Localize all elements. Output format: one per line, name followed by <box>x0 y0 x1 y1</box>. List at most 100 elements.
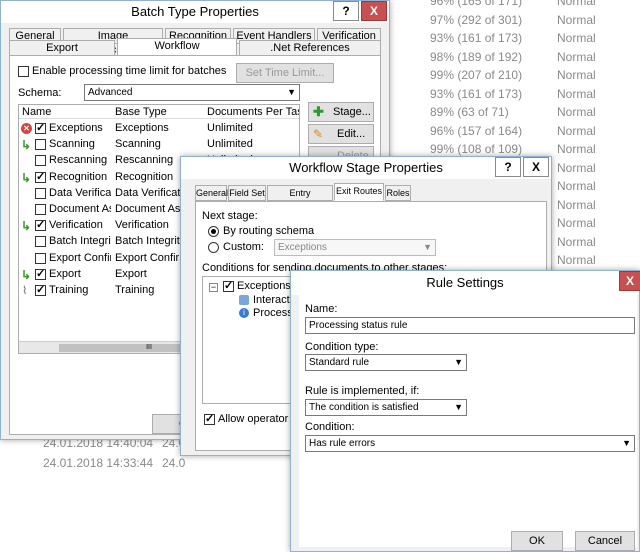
name-field[interactable]: Processing status rule <box>305 317 635 334</box>
routing-schema-label: By routing schema <box>223 225 315 237</box>
stage-base-type: Exceptions <box>115 122 169 134</box>
stage-name: Training <box>49 284 89 296</box>
custom-stage-select[interactable]: Exceptions ▼ <box>274 239 436 256</box>
table-row[interactable]: ✕ Exceptions Exceptions Unlimited <box>19 120 299 136</box>
row-status: Normal <box>557 105 596 119</box>
help-button[interactable]: ? <box>333 1 359 21</box>
stage-checkbox[interactable] <box>35 218 46 232</box>
stage-checkbox[interactable] <box>35 204 46 215</box>
tree-root-checkbox[interactable] <box>223 279 234 292</box>
row-status: Normal <box>557 0 596 8</box>
time-limit-label: Enable processing time limit for batches <box>32 65 227 77</box>
column-header-docs[interactable]: Documents Per Task <box>207 106 299 118</box>
green-arrow-icon: ↳ <box>21 219 32 234</box>
stage-name: Export Confirm... <box>49 251 111 264</box>
chevron-down-icon: ▼ <box>454 357 463 367</box>
tab-exit-routes[interactable]: Exit Routes <box>334 183 384 201</box>
custom-label: Custom: <box>223 241 264 253</box>
row-status: Normal <box>557 179 596 193</box>
stage-base-type: Scanning <box>115 138 161 151</box>
chevron-down-icon: ▼ <box>622 438 631 448</box>
window-title: Batch Type Properties <box>1 1 389 23</box>
close-button[interactable]: X <box>619 271 640 291</box>
paperclip-icon: ⌇ <box>22 285 28 297</box>
close-button[interactable]: X <box>361 1 387 21</box>
stage-name: Document Ass... <box>49 203 111 215</box>
row-percentage: 97% (292 of 301) <box>430 12 523 27</box>
column-header-base-type[interactable]: Base Type <box>115 106 167 118</box>
edit-stage-button[interactable]: ✎ Edit... <box>308 124 374 144</box>
stage-checkbox[interactable] <box>35 170 46 183</box>
chevron-down-icon: ▼ <box>454 402 463 412</box>
stage-checkbox[interactable] <box>35 236 46 248</box>
list-item: 89% (63 of 71) Normal <box>395 105 640 123</box>
tab-field-set[interactable]: Field Set <box>228 185 266 201</box>
condition-type-label: Condition type: <box>305 341 379 353</box>
name-label: Name: <box>305 303 338 315</box>
stage-checkbox[interactable] <box>35 252 46 264</box>
custom-radio[interactable] <box>208 242 219 253</box>
list-item: 97% (292 of 301) Normal <box>395 13 640 31</box>
interactive-icon <box>239 295 249 305</box>
stage-checkbox[interactable] <box>35 267 46 280</box>
stage-name: Exceptions <box>49 122 103 134</box>
allow-operator-checkbox[interactable] <box>204 412 215 425</box>
chevron-down-icon: ▼ <box>287 87 296 97</box>
row-status: Normal <box>557 253 596 267</box>
stage-checkbox[interactable] <box>35 155 46 167</box>
schema-select[interactable]: Advanced ▼ <box>84 84 300 101</box>
row-status: Normal <box>557 12 596 27</box>
row-status: Normal <box>557 216 596 230</box>
column-header-name[interactable]: Name <box>22 106 51 118</box>
next-stage-label: Next stage: <box>202 210 258 222</box>
tab--net-references[interactable]: .Net References <box>239 40 381 56</box>
row-percentage: 98% (189 of 192) <box>430 49 523 64</box>
tab-general[interactable]: General <box>195 185 228 201</box>
set-time-limit-button[interactable]: Set Time Limit... <box>236 63 334 83</box>
window-title: Rule Settings <box>291 271 639 295</box>
stage-checkbox[interactable] <box>35 283 46 296</box>
tab-workflow[interactable]: Workflow <box>117 38 237 56</box>
list-item: 93% (161 of 173) Normal <box>395 87 640 105</box>
row-date-short: 24.0 <box>162 456 186 470</box>
tab-roles[interactable]: Roles <box>385 185 411 201</box>
tab-export[interactable]: Export <box>9 40 115 56</box>
row-percentage: 93% (161 of 173) <box>430 86 523 101</box>
cancel-button[interactable]: Cancel <box>575 531 635 551</box>
row-percentage: 93% (161 of 173) <box>430 31 523 45</box>
tree-expand-icon[interactable]: − <box>209 283 218 292</box>
ok-button[interactable]: OK <box>511 531 563 551</box>
row-status: Normal <box>557 86 596 101</box>
stage-name: Export <box>49 267 81 280</box>
close-button[interactable]: X <box>523 157 549 177</box>
list-item: 99% (207 of 210) Normal <box>395 68 640 86</box>
condition-type-select[interactable]: Standard rule ▼ <box>305 354 467 371</box>
green-arrow-icon: ↳ <box>21 267 32 282</box>
stage-name: Recognition <box>49 170 108 183</box>
row-percentage: 99% (108 of 109) <box>430 142 523 156</box>
green-arrow-icon: ↳ <box>21 170 32 185</box>
condition-select[interactable]: Has rule errors ▼ <box>305 435 635 452</box>
stage-checkbox[interactable] <box>35 187 46 199</box>
implemented-select[interactable]: The condition is satisfied ▼ <box>305 399 467 416</box>
schema-value: Advanced <box>88 87 133 98</box>
time-limit-checkbox[interactable] <box>18 66 29 77</box>
list-item: 93% (161 of 173) Normal <box>395 31 640 49</box>
row-status: Normal <box>557 31 596 45</box>
help-button[interactable]: ? <box>495 157 521 177</box>
stage-checkbox[interactable] <box>35 121 46 134</box>
row-percentage: 96% (157 of 164) <box>430 123 523 138</box>
green-arrow-icon: ↳ <box>21 138 32 153</box>
tab-entry-conditions[interactable]: Entry Conditions <box>267 185 333 212</box>
info-icon: i <box>239 308 249 318</box>
stage-checkbox[interactable] <box>35 139 46 151</box>
routing-schema-radio[interactable] <box>208 226 219 237</box>
row-status: Normal <box>557 197 596 212</box>
schema-label: Schema: <box>18 87 62 99</box>
add-stage-button[interactable]: ✚ Stage... <box>308 102 374 122</box>
row-status: Normal <box>557 68 596 82</box>
table-row[interactable]: ↳ Scanning Scanning Unlimited <box>19 136 299 152</box>
stage-docs-per-task: Unlimited <box>207 122 253 134</box>
row-percentage: 99% (207 of 210) <box>430 68 523 82</box>
row-status: Normal <box>557 160 596 175</box>
